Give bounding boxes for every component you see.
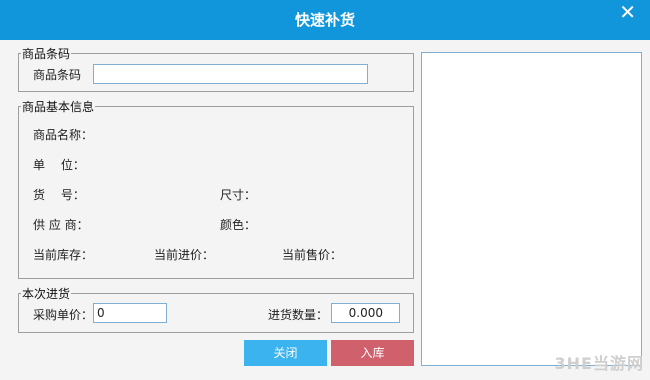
barcode-label: 商品条码 <box>33 68 82 82</box>
current-cost-label: 当前进价： <box>154 248 215 262</box>
close-button[interactable]: 关闭 <box>244 340 327 366</box>
quantity-label: 进货数量： <box>268 308 329 322</box>
barcode-input[interactable] <box>93 64 368 84</box>
current-price-label: 当前售价： <box>282 248 343 262</box>
item-number-label: 货 号： <box>33 188 85 202</box>
unit-price-input[interactable]: 0 <box>93 303 167 323</box>
close-icon[interactable]: ✕ <box>619 2 636 22</box>
dialog-title: 快速补货 <box>294 11 355 29</box>
watermark-logo: 3HE当游网 <box>554 354 644 373</box>
current-stock-label: 当前库存： <box>33 248 94 262</box>
unit-label: 单 位： <box>33 158 85 172</box>
store-button[interactable]: 入库 <box>331 340 414 366</box>
barcode-group-legend: 商品条码 <box>22 47 71 61</box>
supplier-label: 供 应 商： <box>33 218 89 232</box>
product-info-legend: 商品基本信息 <box>22 100 95 114</box>
image-preview-panel <box>421 52 642 366</box>
size-label: 尺寸： <box>220 188 257 202</box>
quantity-input[interactable]: 0.000 <box>331 303 400 323</box>
unit-price-label: 采购单价： <box>33 308 94 322</box>
purchase-group-legend: 本次进货 <box>22 287 71 301</box>
product-name-label: 商品名称： <box>33 128 94 142</box>
color-label: 颜色： <box>220 218 257 232</box>
